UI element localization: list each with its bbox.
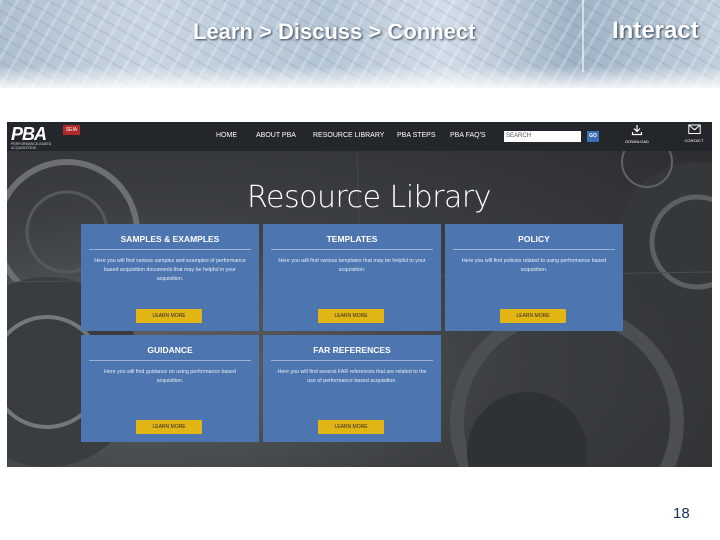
contact-link[interactable]: CONTACT bbox=[679, 124, 709, 148]
learn-more-button[interactable]: LEARN MORE bbox=[318, 420, 384, 434]
top-navigation: PBA SEIA PERFORMANCE-BASED ACQUISITIONS … bbox=[7, 122, 712, 151]
card-samples-examples: SAMPLES & EXAMPLES Here you will find va… bbox=[81, 224, 259, 331]
card-description: Here you will find several FAR reference… bbox=[277, 369, 427, 384]
card-divider bbox=[271, 249, 433, 250]
contact-label: CONTACT bbox=[684, 138, 704, 143]
card-description: Here you will find policies related to u… bbox=[461, 258, 607, 273]
nav-home[interactable]: HOME bbox=[216, 132, 237, 139]
learn-more-button[interactable]: LEARN MORE bbox=[136, 309, 202, 323]
website-screenshot: PBA SEIA PERFORMANCE-BASED ACQUISITIONS … bbox=[7, 122, 712, 467]
card-divider bbox=[89, 360, 251, 361]
nav-about-pba[interactable]: ABOUT PBA bbox=[256, 132, 296, 139]
download-label: DOWNLOAD bbox=[625, 139, 649, 144]
search-input[interactable]: SEARCH bbox=[504, 131, 581, 142]
download-icon bbox=[631, 125, 643, 136]
logo-badge: SEIA bbox=[63, 125, 80, 135]
learn-more-button[interactable]: LEARN MORE bbox=[136, 420, 202, 434]
logo-subtitle: PERFORMANCE-BASED ACQUISITIONS bbox=[11, 142, 52, 150]
download-link[interactable]: DOWNLOAD bbox=[622, 124, 652, 148]
envelope-icon bbox=[687, 124, 701, 134]
card-title: FAR REFERENCES bbox=[313, 345, 391, 355]
card-divider bbox=[89, 249, 251, 250]
card-description: Here you will find various samples and e… bbox=[94, 258, 246, 282]
card-description: Here you will find guidance on using per… bbox=[104, 369, 236, 384]
slide-header-title: Learn > Discuss > Connect bbox=[193, 19, 476, 44]
card-divider bbox=[271, 360, 433, 361]
header-divider bbox=[582, 0, 584, 72]
card-title: GUIDANCE bbox=[147, 345, 193, 355]
nav-pba-steps[interactable]: PBA STEPS bbox=[397, 132, 436, 139]
learn-more-button[interactable]: LEARN MORE bbox=[318, 309, 384, 323]
nav-pba-faqs[interactable]: PBA FAQ'S bbox=[450, 132, 486, 139]
learn-more-button[interactable]: LEARN MORE bbox=[500, 309, 566, 323]
card-guidance: GUIDANCE Here you will find guidance on … bbox=[81, 335, 259, 442]
slide-header-banner: Learn > Discuss > Connect Interact bbox=[0, 0, 720, 88]
slide-header-interact: Interact bbox=[612, 17, 699, 44]
search-go-button[interactable]: GO bbox=[587, 131, 599, 142]
page-title: Resource Library bbox=[247, 180, 492, 215]
pba-logo[interactable]: PBA SEIA PERFORMANCE-BASED ACQUISITIONS bbox=[7, 124, 80, 150]
slide-page-number: 18 bbox=[673, 505, 690, 522]
nav-resource-library[interactable]: RESOURCE LIBRARY bbox=[313, 132, 384, 139]
card-far-references: FAR REFERENCES Here you will find severa… bbox=[263, 335, 441, 442]
card-description: Here you will find various templates tha… bbox=[278, 258, 426, 273]
card-templates: TEMPLATES Here you will find various tem… bbox=[263, 224, 441, 331]
card-policy: POLICY Here you will find policies relat… bbox=[445, 224, 623, 331]
card-divider bbox=[453, 249, 615, 250]
card-title: TEMPLATES bbox=[326, 234, 378, 244]
card-title: POLICY bbox=[518, 234, 550, 244]
card-title: SAMPLES & EXAMPLES bbox=[120, 234, 220, 244]
